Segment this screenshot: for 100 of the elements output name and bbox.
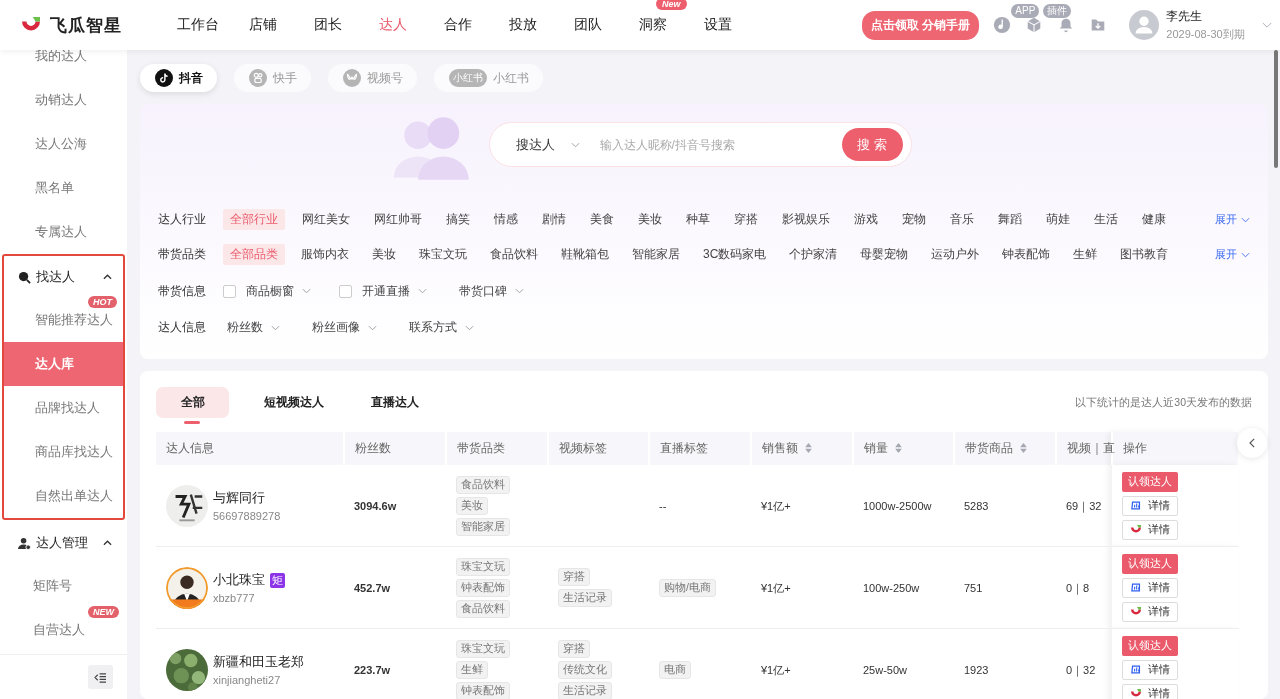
avatar-icon[interactable] — [1129, 10, 1160, 40]
account-id: xbzb777 — [213, 592, 256, 604]
filter-label: 带货品类 — [158, 246, 207, 263]
details-button[interactable]: 详情 — [1122, 519, 1178, 540]
filter-option[interactable]: 美妆 — [365, 244, 403, 265]
filter-option[interactable]: 智能家居 — [625, 244, 687, 265]
filter-option[interactable]: 美妆 — [631, 209, 669, 230]
chevron-down-icon[interactable] — [1261, 21, 1272, 29]
filter-option[interactable]: 生鲜 — [1066, 244, 1105, 265]
creator-name[interactable]: 新疆和田玉老郑 — [213, 653, 304, 671]
chevron-up-icon[interactable] — [103, 540, 112, 546]
sidebar-item[interactable]: 达人公海 — [0, 122, 127, 166]
sidebar-item[interactable]: 专属达人 — [0, 210, 127, 254]
details-button[interactable]: 详情 — [1122, 659, 1178, 680]
result-tab[interactable]: 直播达人 — [358, 387, 431, 418]
filter-option[interactable]: 穿搭 — [727, 209, 765, 230]
details-button[interactable]: 详情 — [1122, 683, 1178, 699]
details-button[interactable]: 详情 — [1122, 495, 1178, 516]
nav-tab[interactable]: 洞察 — [638, 16, 667, 32]
sidebar-item[interactable]: HOT 智能推荐达人 — [4, 298, 123, 342]
checkbox[interactable] — [223, 284, 236, 298]
chevron-down-icon — [271, 324, 280, 331]
sidebar-item[interactable]: 我的达人 — [0, 50, 127, 78]
expand-link[interactable]: 展开 — [1215, 212, 1250, 227]
column-header[interactable]: 带货商品 — [954, 432, 1056, 465]
live-tag: 购物/电商 — [659, 578, 716, 597]
filter-option[interactable]: 运动户外 — [924, 244, 987, 265]
creator-name[interactable]: 小北珠宝 — [213, 571, 265, 589]
expand-link[interactable]: 展开 — [1215, 247, 1250, 262]
search-scope-dropdown[interactable]: 搜达人 — [515, 135, 580, 154]
filter-option[interactable]: 珠宝文玩 — [412, 244, 474, 265]
platform-tab[interactable]: 抖音 — [140, 64, 217, 92]
filter-option[interactable]: 网红帅哥 — [367, 209, 429, 230]
chevron-down-icon — [418, 288, 427, 294]
filter-option[interactable]: 搞笑 — [439, 209, 477, 230]
filter-option[interactable]: 音乐 — [943, 209, 981, 230]
sort-icon[interactable] — [1020, 443, 1027, 453]
column-header: 直播标签 — [649, 432, 751, 465]
nav-tab[interactable]: 设置 — [703, 16, 732, 32]
category-tag: 美妆 — [456, 496, 488, 515]
sidebar-item[interactable]: 动销达人 — [0, 78, 127, 122]
creator-name[interactable]: 与辉同行 — [213, 489, 265, 507]
sidebar-group-header[interactable]: 找达人 — [4, 256, 123, 298]
nav-tab[interactable]: 团长 — [313, 16, 342, 32]
music-note-icon[interactable] — [993, 16, 1012, 34]
filter-dropdown[interactable]: 开通直播 — [358, 282, 435, 300]
video-live-count: 69｜32 — [1066, 499, 1102, 512]
details-button[interactable]: 详情 — [1122, 601, 1178, 622]
sidebar-item[interactable]: 商品库找达人 — [4, 430, 123, 474]
filter-option[interactable]: 个护家清 — [782, 244, 845, 265]
filter-dropdown[interactable]: 联系方式 — [405, 319, 482, 336]
filter-dropdown[interactable]: 带货口碑 — [455, 282, 532, 300]
filter-option[interactable]: 种草 — [679, 209, 717, 230]
nav-tab[interactable]: 达人 — [378, 16, 407, 32]
filter-option[interactable]: 剧情 — [535, 209, 573, 230]
chevron-up-icon[interactable] — [103, 274, 112, 280]
collapse-sidebar-button[interactable] — [88, 665, 113, 689]
filter-option[interactable]: 网红美女 — [295, 209, 357, 230]
checkbox[interactable] — [339, 284, 352, 298]
filter-option[interactable]: 游戏 — [847, 209, 885, 230]
sort-icon[interactable] — [805, 443, 812, 453]
filter-option[interactable]: 服饰内衣 — [294, 244, 356, 265]
filter-option[interactable]: 影视娱乐 — [775, 209, 837, 230]
filter-option[interactable]: 母婴宠物 — [853, 244, 916, 265]
details-button[interactable]: 详情 — [1122, 577, 1178, 598]
nav-tab[interactable]: 店铺 — [248, 16, 277, 32]
sort-icon[interactable] — [895, 443, 902, 453]
filter-option[interactable]: 钟表配饰 — [995, 244, 1058, 265]
sidebar-item[interactable]: 品牌找达人 — [4, 386, 123, 430]
search-field[interactable]: 输入达人昵称/抖音号搜索 — [597, 136, 842, 153]
result-tab[interactable]: 短视频达人 — [257, 387, 330, 418]
filter-dropdown[interactable]: 商品橱窗 — [242, 282, 319, 300]
filter-option[interactable]: 萌娃 — [1039, 209, 1077, 230]
nav-tab[interactable]: 合作 — [443, 16, 472, 32]
column-header[interactable]: 销量 — [853, 432, 954, 465]
filter-option[interactable]: 图书教育 — [1113, 244, 1176, 265]
filter-option[interactable]: 宠物 — [895, 209, 933, 230]
filter-option[interactable]: 鞋靴箱包 — [554, 244, 616, 265]
sidebar-item[interactable]: 黑名单 — [0, 166, 127, 210]
column-header[interactable]: 销售额 — [751, 432, 853, 465]
filter-dropdown[interactable]: 粉丝画像 — [308, 319, 385, 336]
nav-tab[interactable]: 投放 — [508, 16, 537, 32]
sidebar-item[interactable]: 自然出单达人 — [4, 474, 123, 518]
scrollbar[interactable] — [1274, 50, 1278, 168]
filter-option[interactable]: 食品饮料 — [483, 244, 545, 265]
filter-option[interactable]: 生活 — [1087, 209, 1125, 230]
sidebar-item[interactable]: NEW 自营达人 — [2, 608, 125, 652]
video-live-count: 0｜32 — [1066, 663, 1096, 676]
nav-tab[interactable]: 团队 — [573, 16, 602, 32]
filter-option[interactable]: 健康 — [1135, 209, 1173, 230]
sidebar-group-header[interactable]: 达人管理 — [4, 522, 123, 564]
filter-option[interactable]: 情感 — [487, 209, 525, 230]
filter-option[interactable]: 3C数码家电 — [696, 244, 774, 265]
app-logo-icon: 小红书 — [449, 69, 487, 87]
nav-tab[interactable]: 工作台 — [176, 16, 219, 32]
filter-dropdown[interactable]: 粉丝数 — [223, 319, 288, 336]
filter-option[interactable]: 舞蹈 — [991, 209, 1029, 230]
account-id: 56697889278 — [213, 510, 281, 522]
filter-option[interactable]: 美食 — [583, 209, 621, 230]
sidebar-item[interactable]: 矩阵号 — [2, 564, 125, 608]
